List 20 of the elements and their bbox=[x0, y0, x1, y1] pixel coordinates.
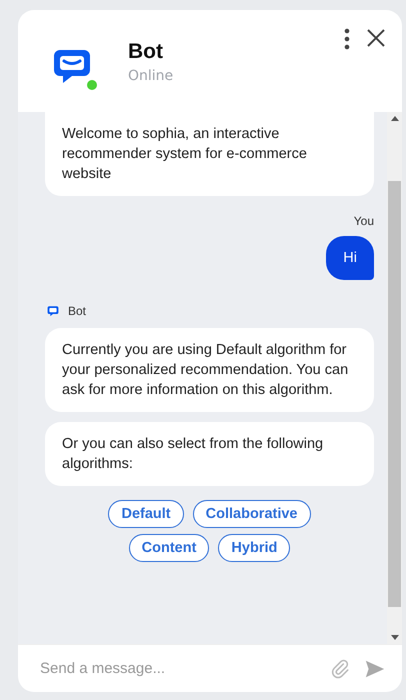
paperclip-icon[interactable] bbox=[330, 658, 350, 678]
bot-message: Or you can also select from the following algorithms: bbox=[45, 422, 374, 486]
sender-name: You bbox=[352, 214, 374, 228]
sender-name: Bot bbox=[68, 304, 86, 318]
status-text: Online bbox=[128, 68, 174, 84]
quick-reply-button[interactable]: Default bbox=[108, 500, 184, 528]
bot-message: Welcome to sophia, an interactive recommender system for e-commerce website bbox=[45, 112, 374, 196]
quick-reply-button[interactable]: Hybrid bbox=[218, 534, 290, 562]
more-options-icon[interactable] bbox=[344, 28, 350, 50]
scrollbar[interactable] bbox=[387, 112, 402, 644]
quick-reply-button[interactable]: Content bbox=[128, 534, 210, 562]
scroll-up-icon[interactable] bbox=[390, 116, 398, 121]
message-input[interactable]: Send a message... bbox=[40, 656, 316, 681]
scroll-down-icon[interactable] bbox=[390, 635, 398, 640]
quick-reply-button[interactable]: Collaborative bbox=[192, 500, 310, 528]
bot-name: Bot bbox=[128, 40, 164, 64]
bot-message: Currently you are using Default algorithm for your personalized recommendation. You can ask for more information on this algorithm. bbox=[45, 328, 374, 412]
user-message: Hi bbox=[326, 236, 374, 280]
close-icon[interactable] bbox=[366, 28, 386, 48]
chat-bubble-icon bbox=[47, 305, 59, 317]
